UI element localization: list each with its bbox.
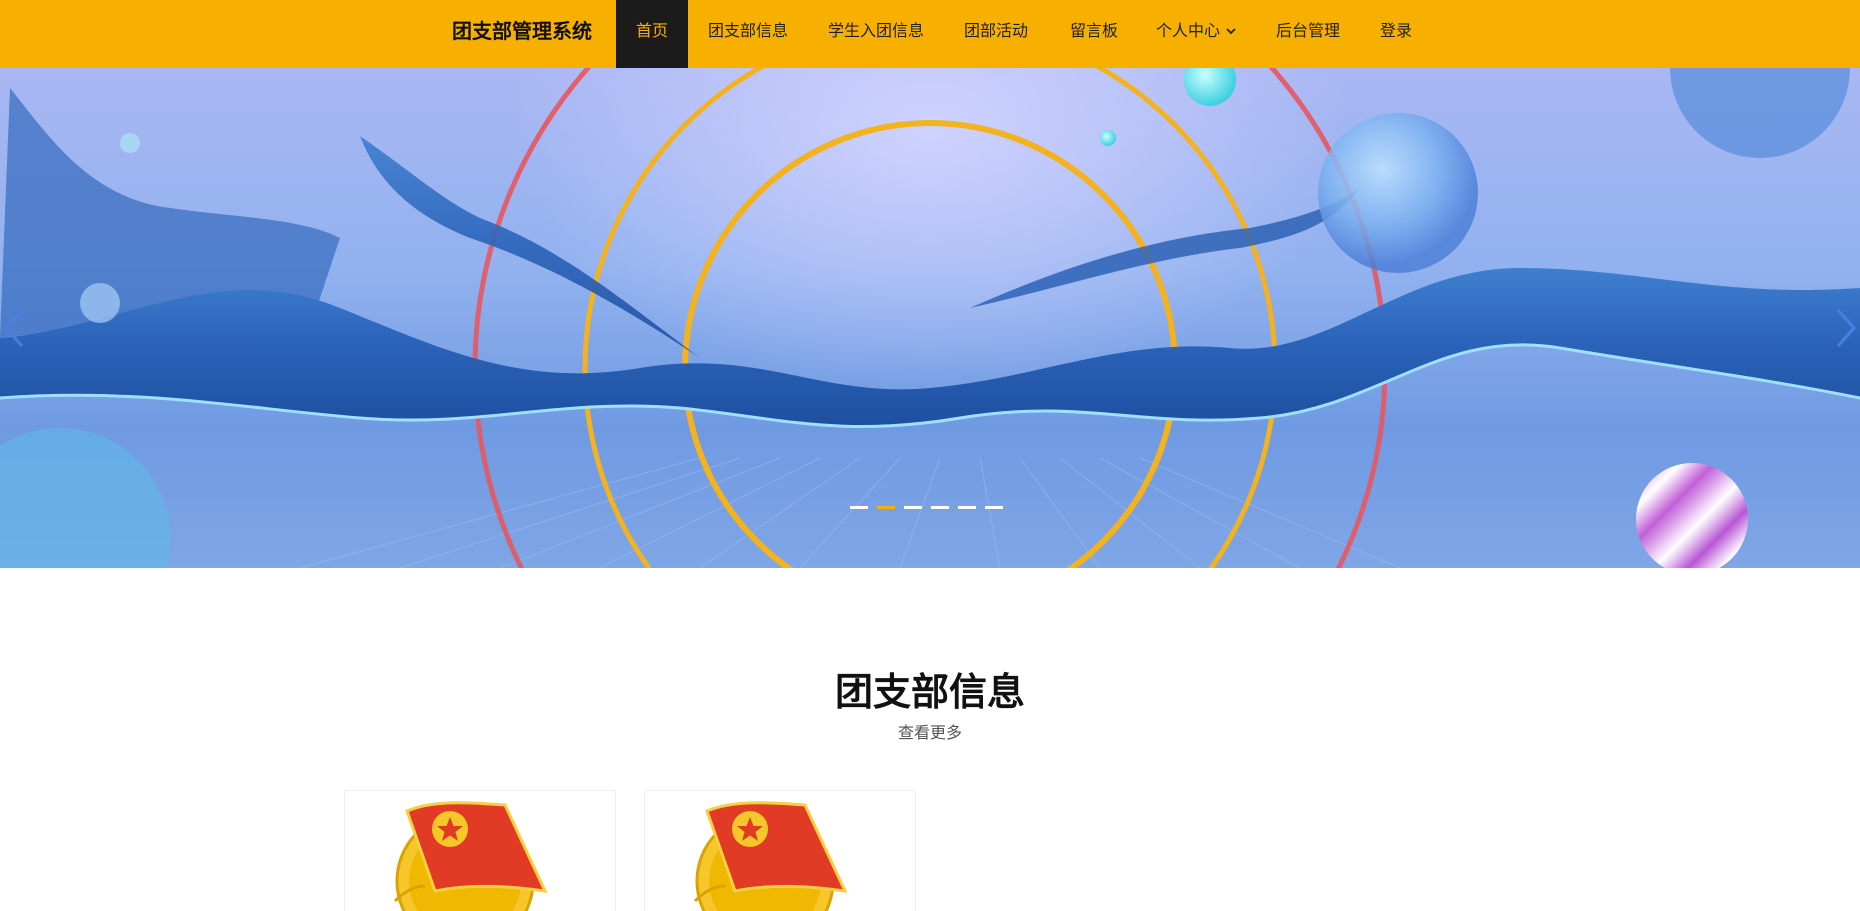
nav-admin[interactable]: 后台管理 xyxy=(1270,0,1346,68)
youth-league-emblem-icon xyxy=(393,801,548,911)
nav-branch-info[interactable]: 团支部信息 xyxy=(700,0,796,68)
carousel-indicator[interactable] xyxy=(931,506,949,509)
nav-student-join-info[interactable]: 学生入团信息 xyxy=(818,0,934,68)
branch-card[interactable] xyxy=(644,790,916,911)
carousel-indicator[interactable] xyxy=(904,506,922,509)
carousel-indicator[interactable] xyxy=(985,506,1003,509)
section-title: 团支部信息 xyxy=(834,670,1025,714)
nav-login[interactable]: 登录 xyxy=(1372,0,1420,68)
chevron-right-icon xyxy=(1836,309,1857,347)
chevron-left-icon xyxy=(3,309,24,347)
nav-activities[interactable]: 团部活动 xyxy=(956,0,1036,68)
hero-carousel[interactable] xyxy=(0,68,1860,568)
carousel-indicator-active[interactable] xyxy=(877,506,895,509)
nav-personal-center[interactable]: 个人中心 xyxy=(1150,0,1242,68)
chevron-down-icon xyxy=(1226,0,1236,61)
branch-card[interactable] xyxy=(344,790,616,911)
carousel-indicator[interactable] xyxy=(850,506,868,509)
carousel-indicator[interactable] xyxy=(958,506,976,509)
nav-message-board[interactable]: 留言板 xyxy=(1062,0,1126,68)
view-more-link[interactable]: 查看更多 xyxy=(0,721,1860,745)
hero-banner-image xyxy=(0,68,1860,568)
carousel-prev-button[interactable] xyxy=(0,298,30,358)
nav-home[interactable]: 首页 xyxy=(616,0,688,68)
youth-league-emblem-icon xyxy=(693,801,848,911)
site-brand[interactable]: 团支部管理系统 xyxy=(452,0,592,68)
carousel-next-button[interactable] xyxy=(1830,298,1860,358)
top-navbar: 团支部管理系统 首页 团支部信息 学生入团信息 团部活动 留言板 个人中心 后台… xyxy=(0,0,1860,68)
nav-personal-center-label: 个人中心 xyxy=(1155,21,1220,40)
